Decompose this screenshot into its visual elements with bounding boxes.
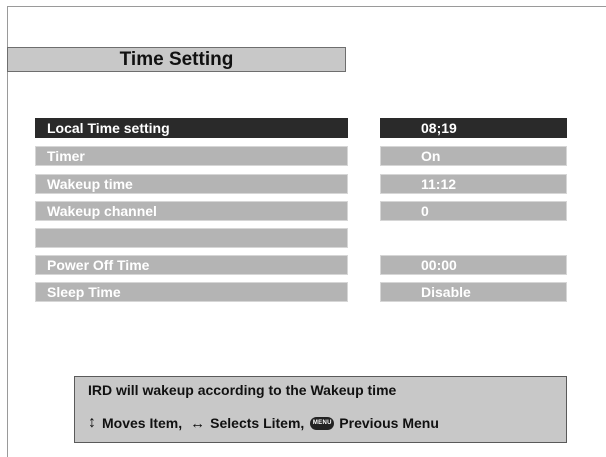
screen-frame-top xyxy=(7,6,606,7)
menu-item-blank xyxy=(35,228,348,248)
menu-item-wakeup-time[interactable]: Wakeup time xyxy=(35,174,348,194)
menu-item-local-time-setting[interactable]: Local Time setting xyxy=(35,118,348,138)
menu-item-wakeup-channel[interactable]: Wakeup channel xyxy=(35,201,348,221)
value-timer[interactable]: On xyxy=(380,146,567,166)
value-sleep-time[interactable]: Disable xyxy=(380,282,567,302)
help-key-legend: ↕ Moves Item, ↔ Selects Litem, MENU Prev… xyxy=(88,414,439,432)
screen-frame-left xyxy=(7,6,8,457)
left-right-arrow-icon: ↔ xyxy=(190,414,206,432)
menu-item-sleep-time[interactable]: Sleep Time xyxy=(35,282,348,302)
value-wakeup-channel[interactable]: 0 xyxy=(380,201,567,221)
value-local-time-setting[interactable]: 08;19 xyxy=(380,118,567,138)
value-power-off-time[interactable]: 00:00 xyxy=(380,255,567,275)
menu-item-power-off-time[interactable]: Power Off Time xyxy=(35,255,348,275)
previous-menu-label: Previous Menu xyxy=(339,415,439,431)
menu-item-timer[interactable]: Timer xyxy=(35,146,348,166)
help-message: IRD will wakeup according to the Wakeup … xyxy=(88,382,397,398)
page-title: Time Setting xyxy=(7,47,346,72)
help-panel: IRD will wakeup according to the Wakeup … xyxy=(74,376,567,443)
selects-item-label: Selects Litem, xyxy=(210,415,305,431)
moves-item-label: Moves Item, xyxy=(102,415,183,431)
value-wakeup-time[interactable]: 11:12 xyxy=(380,174,567,194)
menu-button-icon: MENU xyxy=(310,416,335,430)
up-down-arrow-icon: ↕ xyxy=(88,414,96,431)
